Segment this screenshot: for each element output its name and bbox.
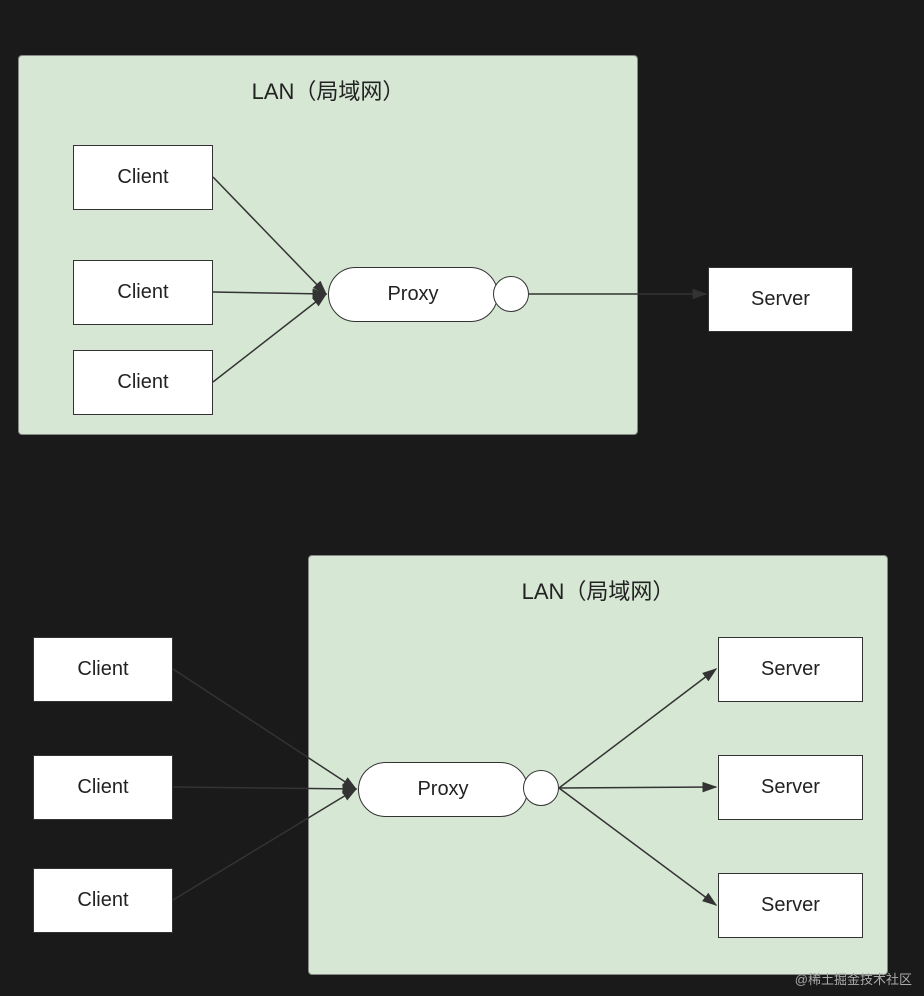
proxy-label-1: Proxy: [387, 283, 438, 306]
client-label-1-2: Client: [117, 281, 168, 304]
server-label-2-1: Server: [761, 658, 820, 681]
lan-label-1: LAN（局域网）: [252, 74, 405, 106]
client-label-1-1: Client: [117, 166, 168, 189]
client-label-2-1: Client: [77, 658, 128, 681]
server-box-2-1: Server: [718, 637, 863, 702]
proxy-circle-2: [523, 770, 559, 806]
proxy-label-2: Proxy: [417, 778, 468, 801]
watermark: @稀土掘金技术社区: [795, 969, 912, 988]
proxy-pill-2: Proxy: [358, 762, 528, 817]
client-box-1-3: Client: [73, 350, 213, 415]
server-label-1: Server: [751, 288, 810, 311]
server-box-2-3: Server: [718, 873, 863, 938]
client-label-2-3: Client: [77, 889, 128, 912]
server-label-2-3: Server: [761, 894, 820, 917]
proxy-pill-1: Proxy: [328, 267, 498, 322]
client-box-2-1: Client: [33, 637, 173, 702]
client-box-2-3: Client: [33, 868, 173, 933]
server-label-2-2: Server: [761, 776, 820, 799]
client-box-1-1: Client: [73, 145, 213, 210]
client-box-1-2: Client: [73, 260, 213, 325]
client-label-2-2: Client: [77, 776, 128, 799]
server-box-2-2: Server: [718, 755, 863, 820]
client-label-1-3: Client: [117, 371, 168, 394]
diagram2: LAN（局域网） Client Client Client Proxy Serv…: [18, 555, 908, 975]
lan-label-2: LAN（局域网）: [522, 574, 675, 606]
client-box-2-2: Client: [33, 755, 173, 820]
server-box-1: Server: [708, 267, 853, 332]
diagram1: LAN（局域网） Client Client Client Proxy Serv…: [18, 55, 908, 465]
proxy-circle-1: [493, 276, 529, 312]
